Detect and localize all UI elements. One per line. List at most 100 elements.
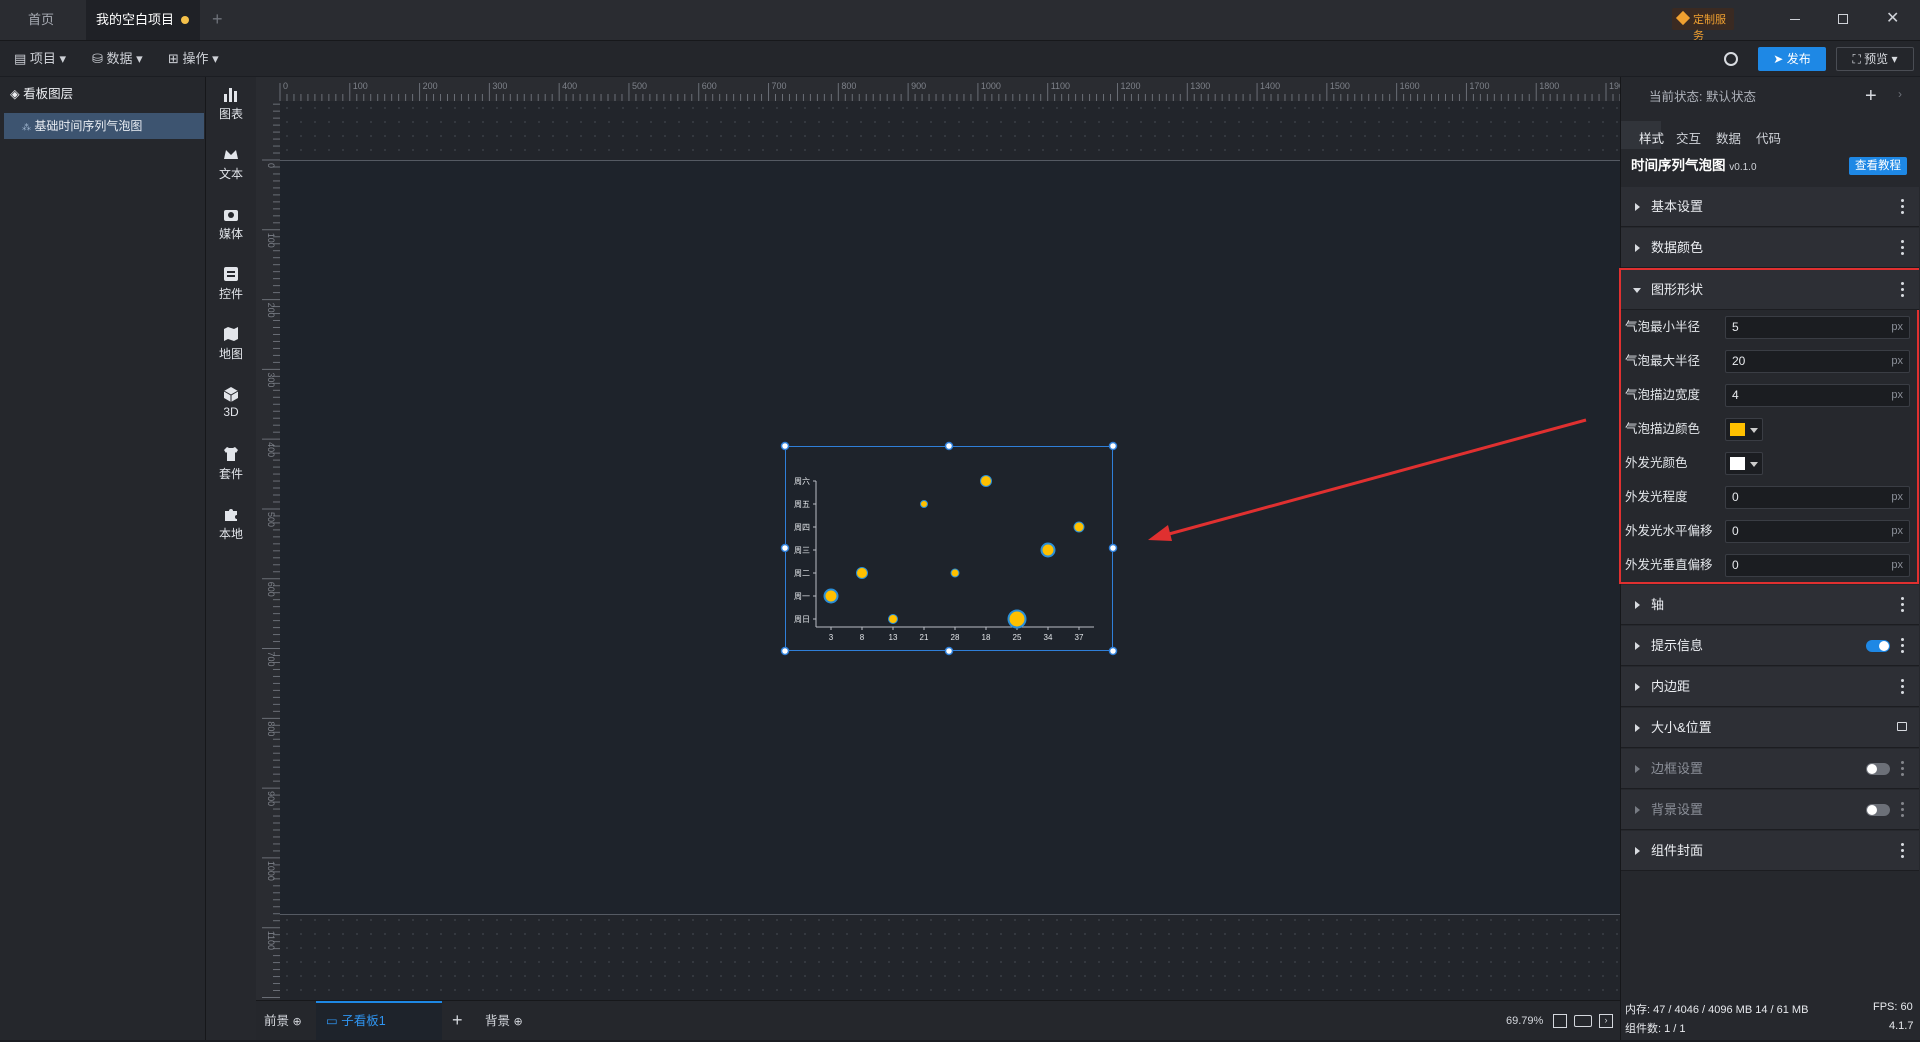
menu-data[interactable]: ⛁ 数据 ▾ (92, 41, 143, 77)
control-icon (224, 267, 238, 281)
section-cover[interactable]: 组件封面 (1621, 831, 1919, 871)
tab-home[interactable]: 首页 (0, 0, 86, 40)
ruler-label: 700 (772, 81, 787, 91)
tooltip-toggle[interactable] (1866, 640, 1890, 652)
tool-kit[interactable]: 套件 (206, 437, 256, 487)
tutorial-button[interactable]: 查看教程 (1849, 157, 1907, 175)
ruler-label: 500 (266, 512, 276, 527)
ruler-label: 100 (353, 81, 368, 91)
more-icon[interactable] (1901, 199, 1905, 215)
glow-offset-y-input[interactable]: 0 px (1725, 554, 1910, 577)
properties-panel: 当前状态: 默认状态 + › 样式 交互 数据 代码 时间序列气泡图 v0.1.… (1619, 77, 1920, 1040)
tool-3d[interactable]: 3D (206, 377, 256, 427)
more-icon[interactable] (1901, 679, 1905, 695)
glow-degree-input[interactable]: 0 px (1725, 486, 1910, 509)
ruler-label: 800 (266, 721, 276, 736)
tool-media[interactable]: 媒体 (206, 197, 256, 247)
memory-status: 内存: 47 / 4046 / 4096 MB 14 / 61 MB (1625, 1004, 1809, 1016)
keyboard-icon[interactable] (1574, 1015, 1592, 1027)
caret-right-icon (1635, 806, 1640, 814)
bubble-stroke-color-picker[interactable] (1725, 418, 1763, 441)
menu-project[interactable]: ▤ 项目 ▾ (14, 41, 66, 77)
terminal-icon[interactable]: › (1599, 1014, 1613, 1028)
add-circle-icon[interactable]: ⊕ (514, 1016, 523, 1028)
ruler-label: 100 (266, 233, 276, 248)
section-background[interactable]: 背景设置 (1621, 790, 1919, 830)
chevron-right-icon[interactable]: › (1898, 87, 1902, 101)
preview-button[interactable]: ⛶ 预览 ▾ (1836, 47, 1914, 71)
tool-strip: 图表 文本 媒体 控件 地图 3D 套件 本地 (206, 77, 256, 1040)
more-icon[interactable] (1901, 597, 1905, 613)
background-tab[interactable]: 背景 ⊕ (485, 1001, 523, 1042)
ruler-label: 1900 (1609, 81, 1620, 91)
cube-icon (223, 387, 239, 402)
board-tab[interactable]: ▭ 子看板1 (316, 1001, 442, 1040)
layers-title: ◈ 看板图层 (10, 87, 74, 101)
more-icon[interactable] (1901, 240, 1905, 256)
color-swatch (1730, 423, 1745, 436)
ruler-vertical: 0 100 200 300 400 500 600 700 800 900 1000 1100 (256, 101, 280, 1000)
shirt-icon (224, 447, 238, 461)
tool-chart[interactable]: 图表 (206, 77, 256, 127)
fit-screen-icon[interactable] (1553, 1014, 1567, 1028)
menu-bar: ▤ 项目 ▾ ⛁ 数据 ▾ ⊞ 操作 ▾ ➤ 发布 ⛶ 预览 ▾ (0, 40, 1920, 76)
ruler-label: 1100 (266, 931, 276, 950)
section-data-color[interactable]: 数据颜色 (1621, 228, 1919, 268)
zoom-level[interactable]: 69.79% (1506, 1001, 1543, 1041)
more-icon[interactable] (1901, 843, 1905, 859)
prop-glow-degree: 外发光程度 0 px (1621, 480, 1919, 514)
section-basic[interactable]: 基本设置 (1621, 187, 1919, 227)
minimize-icon[interactable] (1790, 19, 1800, 20)
tool-local[interactable]: 本地 (206, 497, 256, 547)
bubble-min-radius-input[interactable]: 5 px (1725, 316, 1910, 339)
ruler-label: 0 (266, 163, 276, 168)
tool-map[interactable]: 地图 (206, 317, 256, 367)
section-border[interactable]: 边框设置 (1621, 749, 1919, 789)
section-size-position[interactable]: 大小&位置 (1621, 708, 1919, 748)
app-version: 4.1.7 (1889, 1020, 1914, 1032)
bubble-stroke-width-input[interactable]: 4 px (1725, 384, 1910, 407)
custom-service-button[interactable]: 定制服务 (1672, 8, 1734, 42)
publish-button[interactable]: ➤ 发布 (1758, 47, 1826, 71)
search-icon[interactable] (1724, 52, 1738, 66)
foreground-tab[interactable]: 前景 ⊕ (264, 1001, 302, 1042)
bubble-max-radius-input[interactable]: 20 px (1725, 350, 1910, 373)
component-title: 时间序列气泡图 v0.1.0 (1631, 158, 1757, 173)
more-icon[interactable] (1901, 761, 1905, 777)
border-toggle[interactable] (1866, 763, 1890, 775)
restore-icon[interactable] (1838, 14, 1848, 24)
section-shape[interactable]: 图形形状 (1621, 270, 1919, 310)
tab-data[interactable]: 数据 (1716, 128, 1741, 147)
more-icon[interactable] (1901, 802, 1905, 818)
prop-glow-offset-x: 外发光水平偏移 0 px (1621, 514, 1919, 548)
background-toggle[interactable] (1866, 804, 1890, 816)
more-icon[interactable] (1901, 282, 1905, 298)
more-icon[interactable] (1901, 638, 1905, 654)
ruler-label: 1300 (1190, 81, 1210, 91)
tab-interaction[interactable]: 交互 (1676, 128, 1701, 147)
tab-style[interactable]: 样式 (1639, 128, 1664, 147)
section-tooltip[interactable]: 提示信息 (1621, 626, 1919, 666)
add-state-icon[interactable]: + (1865, 85, 1877, 108)
section-axis[interactable]: 轴 (1621, 585, 1919, 625)
close-icon[interactable]: ✕ (1886, 9, 1899, 29)
prop-bubble-stroke-color: 气泡描边颜色 (1621, 412, 1919, 446)
section-padding[interactable]: 内边距 (1621, 667, 1919, 707)
bar-chart-icon (224, 88, 237, 102)
glow-offset-x-input[interactable]: 0 px (1725, 520, 1910, 543)
menu-operate[interactable]: ⊞ 操作 ▾ (168, 41, 219, 77)
add-board-icon[interactable]: + (452, 1010, 463, 1031)
layer-item[interactable]: ⁂ 基础时间序列气泡图 (4, 113, 204, 139)
add-circle-icon[interactable]: ⊕ (293, 1016, 302, 1028)
tool-text[interactable]: 文本 (206, 137, 256, 187)
puzzle-icon (225, 509, 237, 521)
tab-code[interactable]: 代码 (1756, 128, 1781, 147)
glow-color-picker[interactable] (1725, 452, 1763, 475)
tool-control[interactable]: 控件 (206, 257, 256, 307)
ruler-label: 1700 (1469, 81, 1489, 91)
new-tab-icon[interactable]: + (212, 9, 228, 29)
caret-right-icon (1635, 765, 1640, 773)
caret-right-icon (1635, 203, 1640, 211)
ruler-label: 300 (492, 81, 507, 91)
lock-icon[interactable] (1897, 722, 1907, 731)
